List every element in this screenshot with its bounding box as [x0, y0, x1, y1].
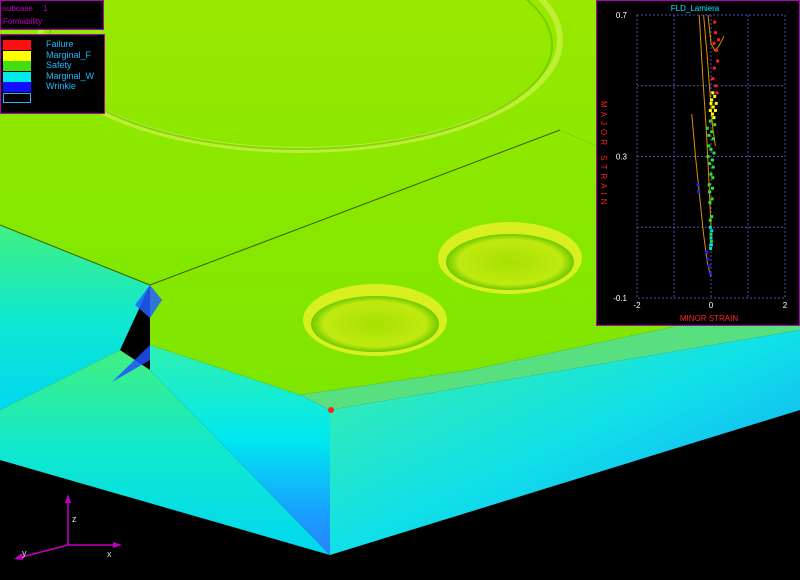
fld-point-marginal_f	[711, 112, 714, 116]
fld-point-safety	[708, 119, 712, 123]
fld-point-failure	[713, 20, 717, 24]
fld-point-safety	[711, 137, 715, 141]
fld-point-failure	[713, 31, 717, 35]
legend-item: Failure	[3, 39, 103, 50]
fld-point-failure	[716, 38, 720, 42]
fld-point-safety	[711, 158, 714, 162]
hole-right	[446, 234, 574, 290]
legend-swatch	[3, 61, 31, 71]
fld-point-failure	[715, 91, 719, 95]
fld-point-safety	[705, 126, 709, 130]
legend-swatch	[3, 71, 31, 82]
subcase-value: 1	[43, 4, 48, 13]
fld-point-wrinkle	[696, 183, 700, 187]
fld-point-marginal_w	[710, 229, 714, 233]
fld-point-marginal_f	[708, 109, 712, 112]
legend-label: Wrinkle	[46, 81, 76, 91]
fld-point-marginal_w	[709, 243, 713, 247]
failure-spot	[328, 407, 334, 413]
fld-point-safety	[709, 239, 713, 243]
fld-point-safety	[708, 201, 712, 204]
fld-point-safety	[707, 183, 711, 187]
legend-swatch	[3, 92, 31, 103]
legend-item: Safety	[3, 60, 103, 71]
legend-item: Marginal_W	[3, 70, 103, 82]
fld-xtick-label: 0	[709, 301, 714, 310]
fld-point-failure	[712, 66, 716, 70]
legend-item	[3, 92, 103, 103]
fld-ytick-label: 0.7	[616, 11, 628, 20]
subcase-label: subcase	[3, 4, 33, 13]
fld-title: FLD_Lamiera	[671, 4, 720, 13]
fld-point-marginal_f	[711, 91, 715, 95]
fld-point-failure	[716, 59, 720, 63]
fld-ytick-label: 0.3	[616, 153, 628, 162]
fld-point-failure	[714, 84, 718, 88]
fld-point-marginal_f	[713, 94, 717, 98]
axis-y-label: y	[22, 548, 27, 558]
fld-point-wrinkle	[707, 264, 711, 268]
fld-point-safety	[711, 186, 714, 190]
fld-point-marginal_f	[714, 101, 718, 105]
hole-left	[311, 296, 439, 352]
legend-label: Marginal_W	[46, 70, 95, 81]
fld-point-marginal_w	[709, 247, 713, 250]
fld-point-safety	[708, 218, 712, 222]
legend-label: Marginal_F	[46, 49, 92, 60]
fld-ytick-label: -0.1	[613, 294, 627, 303]
fld-point-wrinkle	[706, 257, 710, 261]
fld-point-safety	[709, 172, 713, 176]
fld-point-safety	[711, 176, 715, 180]
fld-point-marginal_w	[709, 236, 713, 240]
fld-point-safety	[708, 190, 711, 194]
fld-xtick-label: 2	[783, 301, 788, 310]
legend-item: Wrinkle	[3, 81, 103, 92]
legend-swatch	[3, 40, 31, 50]
fld-point-safety	[713, 123, 717, 127]
fld-point-safety	[707, 133, 711, 137]
fld-point-safety	[709, 147, 713, 151]
fld-point-failure	[712, 41, 716, 45]
legend-swatch	[3, 82, 31, 92]
fld-point-marginal_f	[710, 98, 714, 102]
fld-point-safety	[708, 162, 711, 166]
fld-point-marginal_f	[712, 116, 716, 120]
fld-xtick-label: -2	[633, 301, 641, 310]
fld-point-failure	[711, 77, 715, 81]
legend-item: Marginal_F	[3, 49, 103, 61]
fld-point-safety	[706, 155, 710, 158]
fld-point-wrinkle	[697, 190, 701, 194]
fld-chart: 0.7 0.3 -0.1 -2 0 2 FLD_Lamiera MINOR STRAIN MAJ…	[599, 4, 788, 323]
fld-point-safety	[709, 232, 713, 236]
legend-label: Failure	[46, 39, 74, 49]
fld-xlabel: MINOR STRAIN	[680, 314, 738, 323]
fld-point-marginal_w	[708, 225, 712, 229]
fld-point-failure	[715, 48, 718, 52]
axes-triad: z y x	[14, 494, 122, 560]
fld-point-marginal_f	[713, 109, 717, 112]
fld-point-marginal_f	[711, 105, 715, 109]
fld-point-safety	[707, 144, 711, 148]
legend-swatch	[3, 50, 31, 61]
fld-point-safety	[710, 215, 714, 219]
fld-point-wrinkle	[708, 271, 712, 275]
fld-point-safety	[712, 151, 716, 155]
result-mode: Formability	[3, 17, 43, 26]
axis-x-label: x	[107, 549, 112, 559]
fld-point-safety	[710, 130, 714, 134]
fld-point-safety	[711, 165, 715, 169]
info-panel: subcase 1 Formability	[0, 0, 104, 30]
fld-limit-curve	[691, 113, 712, 277]
fld-limit-curve	[703, 14, 716, 146]
fld-chart-panel[interactable]: 0.7 0.3 -0.1 -2 0 2 FLD_Lamiera MINOR STRAIN MAJ…	[596, 0, 800, 326]
axis-z-label: z	[72, 514, 77, 524]
fld-point-safety	[710, 197, 714, 201]
legend: Failure Marginal_F Safety Marginal_W Wrinkle	[0, 34, 105, 114]
fld-ylabel: MAJOR STRAIN	[599, 101, 608, 209]
legend-label: Safety	[46, 60, 72, 70]
subcase-row: subcase 1	[3, 4, 47, 13]
fld-point-marginal_f	[709, 101, 713, 105]
fld-point-wrinkle	[705, 250, 709, 254]
